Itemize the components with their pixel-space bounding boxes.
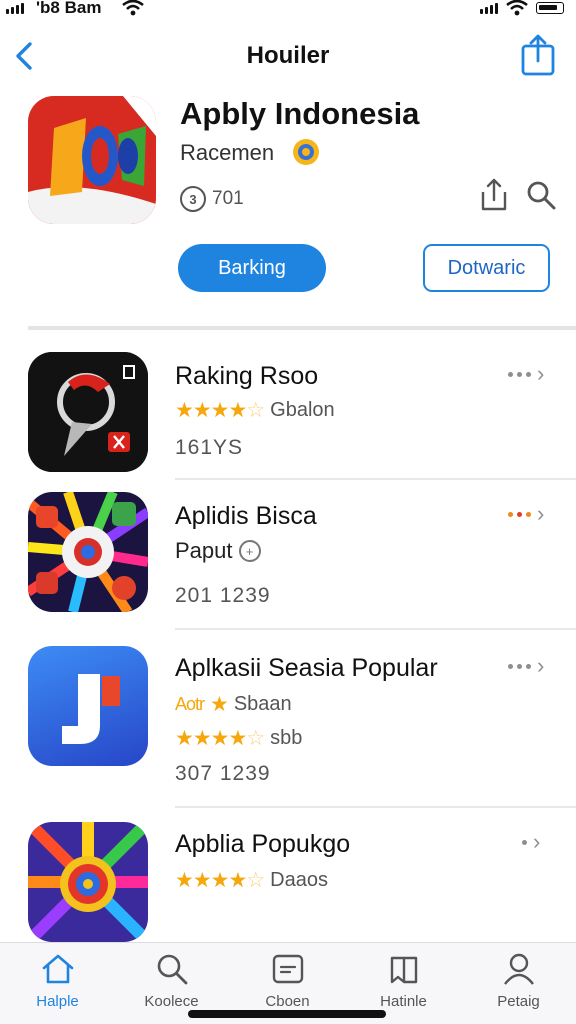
- chevron-right-icon: ›: [533, 829, 541, 854]
- featured-app-meta-value: 701: [212, 188, 244, 209]
- bookmark-icon: [390, 956, 418, 984]
- more-options-button[interactable]: ›: [508, 654, 553, 678]
- more-options-button[interactable]: ›: [522, 830, 554, 854]
- secondary-action-button[interactable]: Dotwaric: [423, 244, 550, 292]
- app-icon[interactable]: [28, 822, 148, 942]
- tab-label: Hatinle: [380, 993, 427, 1010]
- info-icon: +: [238, 540, 261, 562]
- status-bar: 'b8 Bam: [0, 0, 576, 22]
- search-icon[interactable]: [526, 180, 556, 210]
- share-icon[interactable]: [478, 178, 510, 212]
- info-circle-icon: 3: [180, 186, 206, 212]
- rating-label: Gbalon: [270, 399, 335, 421]
- tab-profile[interactable]: Petaig: [461, 943, 576, 1024]
- app-icon[interactable]: [28, 492, 148, 612]
- app-subtitle-line: Paput +: [175, 538, 261, 564]
- navigation-bar: Houiler: [0, 30, 576, 82]
- app-rating: ★★★★☆ sbb: [175, 726, 302, 751]
- tab-label: Petaig: [497, 993, 540, 1010]
- app-icon[interactable]: [28, 352, 148, 472]
- rating-label: sbb: [270, 727, 303, 749]
- chevron-right-icon: ›: [537, 653, 545, 678]
- app-title: Raking Rsoo: [175, 362, 319, 390]
- star-rating: ★★★★☆: [175, 399, 265, 422]
- star-rating: ★: [210, 693, 229, 716]
- app-rating: ★★★★☆ Gbalon: [175, 398, 335, 423]
- app-rating: ★★★★☆ Daaos: [175, 868, 328, 893]
- share-icon[interactable]: [518, 34, 558, 76]
- more-options-button[interactable]: ›: [508, 362, 553, 386]
- home-icon: [42, 954, 74, 984]
- rating-label: Daaos: [270, 869, 328, 891]
- search-icon: [157, 954, 188, 985]
- wallet-icon: [272, 954, 304, 984]
- primary-action-button[interactable]: Barking: [178, 244, 326, 292]
- battery-icon: [536, 2, 564, 14]
- app-tag-line: Aotr ★ Sbaan: [175, 692, 292, 717]
- tab-label: Cboen: [265, 993, 310, 1010]
- app-tag: Sbaan: [233, 693, 292, 715]
- star-rating: ★★★★☆: [175, 727, 265, 750]
- app-subtitle: Paput: [175, 538, 233, 563]
- wifi-icon: [122, 0, 144, 16]
- row-divider: [175, 628, 576, 630]
- featured-app-title: Apbly Indonesia: [180, 96, 420, 131]
- row-divider: [175, 478, 576, 480]
- chevron-right-icon: ›: [537, 361, 545, 386]
- rating-prefix: Aotr: [175, 694, 205, 714]
- app-stat: 307 1239: [175, 762, 271, 785]
- star-rating: ★★★★☆: [175, 869, 265, 892]
- tab-home[interactable]: Halple: [0, 943, 115, 1024]
- row-divider: [175, 806, 576, 808]
- featured-app-meta: 3 701: [180, 186, 244, 212]
- app-title: Aplkasii Seasia Popular: [175, 654, 438, 682]
- app-title: Apblia Popukgo: [175, 830, 351, 858]
- developer-badge-icon: [293, 139, 319, 165]
- carrier-name: 'b8 Bam: [36, 0, 102, 17]
- tab-label: Koolece: [144, 993, 199, 1010]
- app-title: Aplidis Bisca: [175, 502, 317, 530]
- cellular-signal-icon: [6, 3, 24, 14]
- app-stat: 161YS: [175, 436, 244, 459]
- wifi-icon: [506, 0, 528, 16]
- tab-label: Halple: [36, 993, 79, 1010]
- more-options-button[interactable]: ›: [508, 502, 553, 526]
- chevron-right-icon: ›: [537, 501, 545, 526]
- app-icon[interactable]: [28, 646, 148, 766]
- person-icon: [504, 953, 534, 985]
- featured-app-icon[interactable]: [28, 96, 156, 224]
- cellular-signal-icon: [480, 3, 498, 14]
- app-stat: 201 1239: [175, 584, 271, 607]
- home-indicator: [188, 1010, 386, 1018]
- featured-app-subtitle: Racemen: [180, 140, 275, 165]
- page-title: Houiler: [246, 42, 330, 69]
- section-divider: [28, 326, 576, 330]
